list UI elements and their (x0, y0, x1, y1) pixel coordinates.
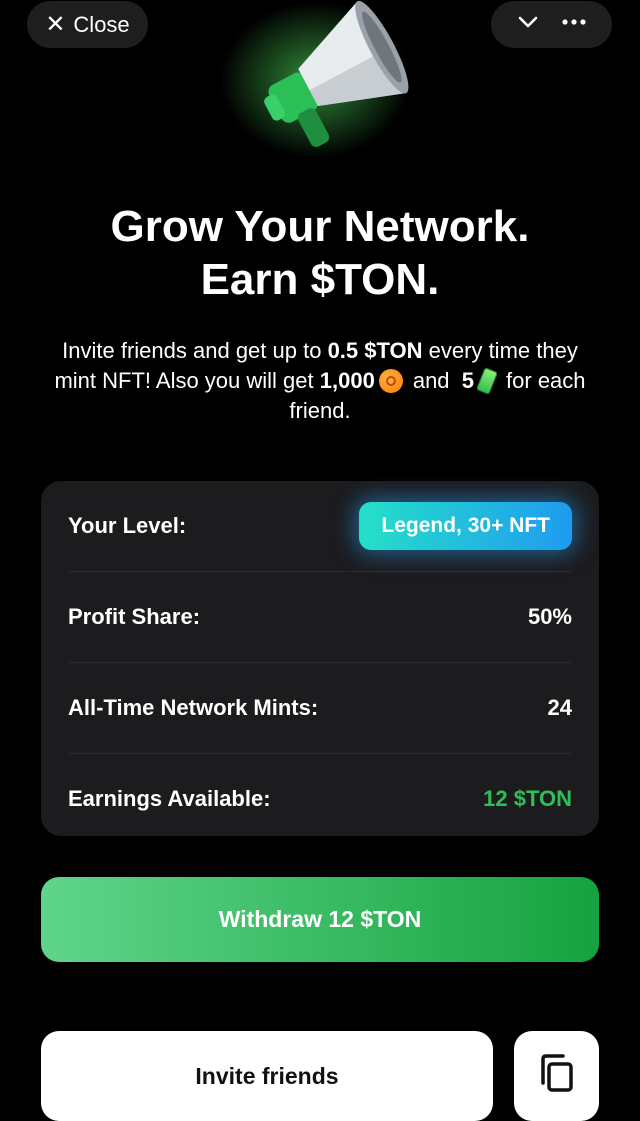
withdraw-label: Withdraw 12 $TON (218, 906, 422, 932)
reward-amount: 0.5 $TON (327, 338, 423, 363)
intro-pre: Invite friends and get up to (62, 338, 328, 363)
megaphone-icon (220, 0, 420, 165)
intro-text: Invite friends and get up to 0.5 $TON ev… (40, 336, 600, 426)
mints-value: 24 (547, 695, 572, 720)
close-label: Close (73, 11, 130, 37)
title-line-1: Grow Your Network. (110, 202, 530, 251)
earnings-label: Earnings Available: (68, 786, 271, 811)
title-line-2: Earn $TON. (200, 255, 440, 304)
chevron-down-icon[interactable] (516, 10, 540, 39)
copy-icon (537, 1053, 577, 1098)
profit-value: 50% (527, 604, 572, 629)
profit-label: Profit Share: (68, 604, 201, 629)
mints-label: All-Time Network Mints: (68, 695, 319, 720)
level-badge: Legend, 30+ NFT (359, 502, 572, 550)
level-row: Your Level: Legend, 30+ NFT (68, 481, 572, 572)
level-label: Your Level: (68, 513, 187, 538)
page-title: Grow Your Network. Earn $TON. (0, 200, 640, 306)
invite-label: Invite friends (195, 1062, 339, 1089)
stats-card: Your Level: Legend, 30+ NFT Profit Share… (41, 481, 599, 836)
coin-amount: 1,000 (319, 368, 375, 393)
coin-icon (378, 369, 403, 393)
profit-row: Profit Share: 50% (68, 572, 572, 663)
intro-and: and (412, 368, 450, 393)
mints-row: All-Time Network Mints: 24 (68, 663, 572, 754)
invite-friends-button[interactable]: Invite friends (41, 1031, 493, 1121)
close-icon: ✕ (45, 10, 66, 38)
earnings-row: Earnings Available: 12 $TON (68, 754, 572, 844)
withdraw-button[interactable]: Withdraw 12 $TON (41, 877, 599, 962)
header-menu (491, 1, 612, 48)
energy-amount: 5 (461, 368, 475, 393)
earnings-value: 12 $TON (483, 786, 572, 811)
copy-link-button[interactable] (514, 1031, 599, 1121)
close-button[interactable]: ✕ Close (27, 1, 148, 48)
battery-icon (476, 367, 499, 395)
more-icon[interactable] (561, 10, 587, 39)
